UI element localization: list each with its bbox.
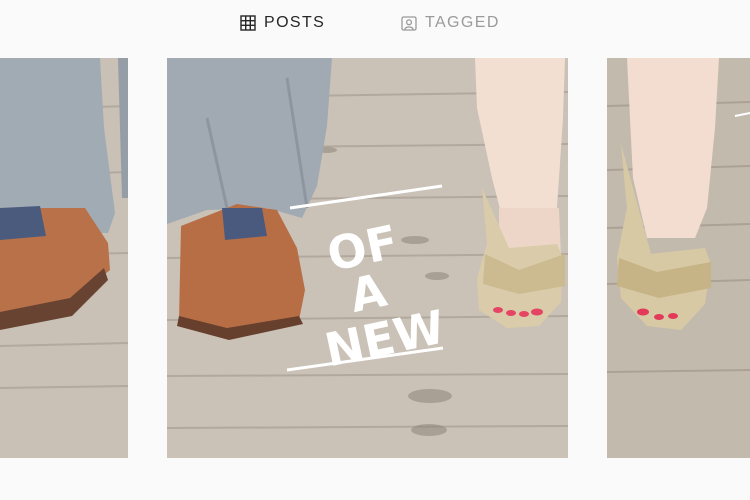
post-thumbnail-3[interactable] bbox=[607, 58, 750, 458]
post-thumbnail-2[interactable]: OF A NEW bbox=[167, 58, 568, 458]
tagged-portrait-icon bbox=[401, 16, 417, 31]
tab-posts[interactable]: POSTS bbox=[240, 12, 325, 34]
grid-bottom-spacer bbox=[0, 458, 750, 500]
overlay-text-layer: OF A NEW bbox=[320, 214, 449, 377]
profile-tabs: POSTS TAGGED bbox=[0, 0, 750, 46]
overlay-word-3: NEW bbox=[320, 299, 449, 377]
tab-tagged-label: TAGGED bbox=[425, 14, 500, 31]
tab-posts-label: POSTS bbox=[264, 14, 326, 31]
tab-tagged[interactable]: TAGGED bbox=[401, 12, 500, 34]
post-3-image bbox=[607, 58, 750, 458]
grid-icon bbox=[240, 15, 256, 31]
post-1-image bbox=[0, 58, 128, 458]
post-thumbnail-1[interactable] bbox=[0, 58, 128, 458]
